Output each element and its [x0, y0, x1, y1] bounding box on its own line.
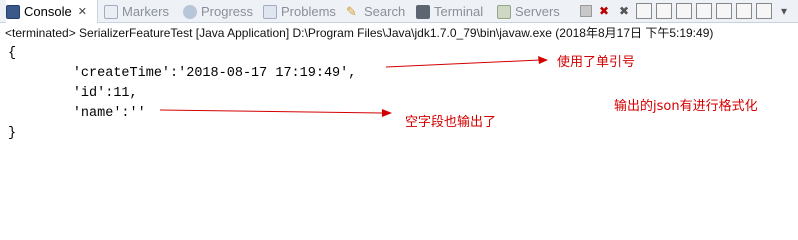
- arrow-line-single-quote: [385, 59, 541, 68]
- annotation-single-quote: 使用了单引号: [557, 55, 636, 70]
- annotation-formatted: 输出的json有进行格式化: [614, 99, 758, 114]
- arrow-line-empty-field: [159, 109, 383, 114]
- arrow-head-single-quote: [538, 56, 548, 64]
- arrow-head-empty-field: [382, 109, 392, 117]
- annotation-empty-field: 空字段也输出了: [405, 115, 497, 130]
